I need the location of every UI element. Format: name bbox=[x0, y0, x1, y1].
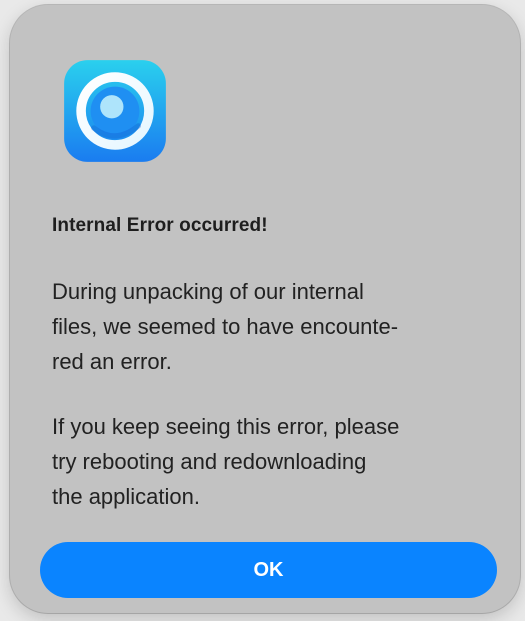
alert-message-primary: During unpacking of our internal files, … bbox=[52, 279, 399, 374]
app-ring-icon bbox=[64, 60, 166, 162]
alert-title: Internal Error occurred! bbox=[52, 215, 268, 236]
alert-message-secondary: If you keep seeing this error, please tr… bbox=[52, 414, 400, 509]
ok-button[interactable]: OK bbox=[40, 542, 497, 598]
error-alert-dialog: Internal Error occurred! During unpackin… bbox=[10, 5, 520, 613]
